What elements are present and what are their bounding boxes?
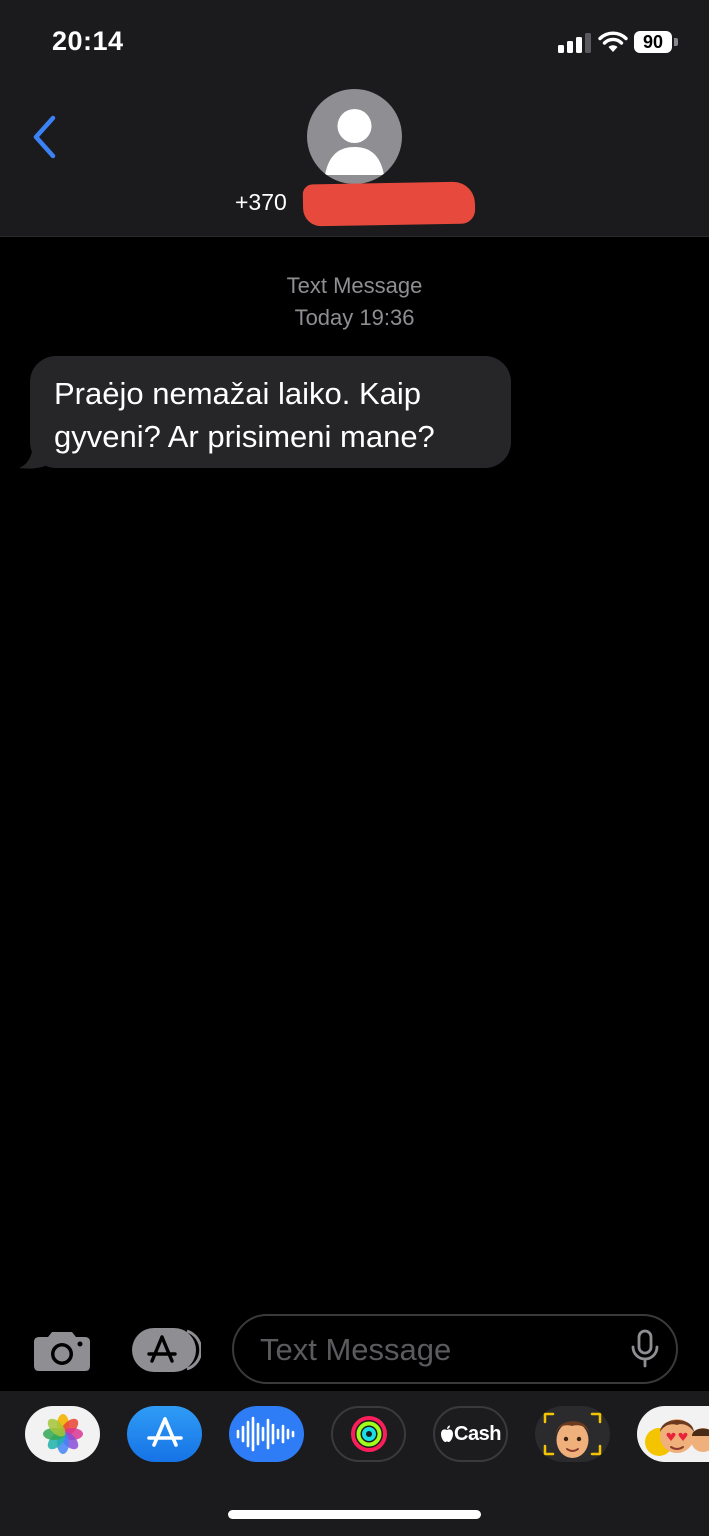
message-text: Praėjo nemažai laiko. Kaip gyveni? Ar pr…	[54, 376, 435, 454]
fitness-app-button[interactable]	[331, 1406, 406, 1462]
app-store-button[interactable]	[131, 1327, 203, 1373]
memoji-stickers-app-button[interactable]	[637, 1406, 709, 1462]
microphone-icon[interactable]	[630, 1329, 660, 1369]
back-button[interactable]	[26, 112, 66, 162]
cellular-signal-icon	[558, 33, 592, 53]
app-store-icon	[146, 1417, 183, 1447]
battery-indicator: 90	[634, 31, 672, 53]
audio-waveform-icon	[236, 1416, 294, 1452]
service-label: Text Message	[286, 273, 423, 298]
app-store-icon	[132, 1328, 203, 1372]
timestamp-text: Today 19:36	[294, 305, 415, 330]
photos-app-button[interactable]	[25, 1406, 100, 1462]
imessage-app-drawer: Cash	[0, 1391, 709, 1536]
person-silhouette-icon	[325, 109, 384, 175]
audio-message-app-button[interactable]	[229, 1406, 304, 1462]
home-indicator[interactable]	[228, 1510, 481, 1519]
conversation-header: 20:14 90 +370	[0, 0, 709, 237]
composer-bar	[0, 1306, 709, 1391]
battery-tip	[674, 38, 678, 46]
chevron-left-icon	[33, 115, 56, 159]
contact-number: +370	[235, 189, 287, 215]
app-store-app-button[interactable]	[127, 1406, 202, 1462]
camera-button[interactable]	[33, 1328, 91, 1372]
message-input-field[interactable]	[232, 1314, 678, 1384]
memoji-icon	[543, 1412, 602, 1458]
memoji-app-button[interactable]	[535, 1406, 610, 1462]
redaction-mark	[302, 181, 476, 227]
apple-logo-icon	[441, 1425, 454, 1442]
incoming-message-bubble[interactable]: Praėjo nemažai laiko. Kaip gyveni? Ar pr…	[30, 356, 511, 468]
photos-icon	[42, 1414, 83, 1454]
contact-avatar[interactable]	[307, 89, 402, 184]
message-timestamp: Text Message Today 19:36	[0, 270, 709, 334]
camera-icon	[34, 1332, 90, 1371]
apple-cash-label: Cash	[454, 1422, 501, 1445]
contact-name[interactable]: +370	[0, 181, 709, 227]
wifi-icon	[598, 31, 628, 52]
memoji-stickers-icon	[645, 1419, 709, 1456]
apple-cash-app-button[interactable]: Cash	[433, 1406, 508, 1462]
bubble-tail	[19, 442, 45, 469]
message-input[interactable]	[258, 1328, 622, 1372]
status-time: 20:14	[52, 26, 124, 56]
activity-rings-icon	[350, 1416, 387, 1452]
